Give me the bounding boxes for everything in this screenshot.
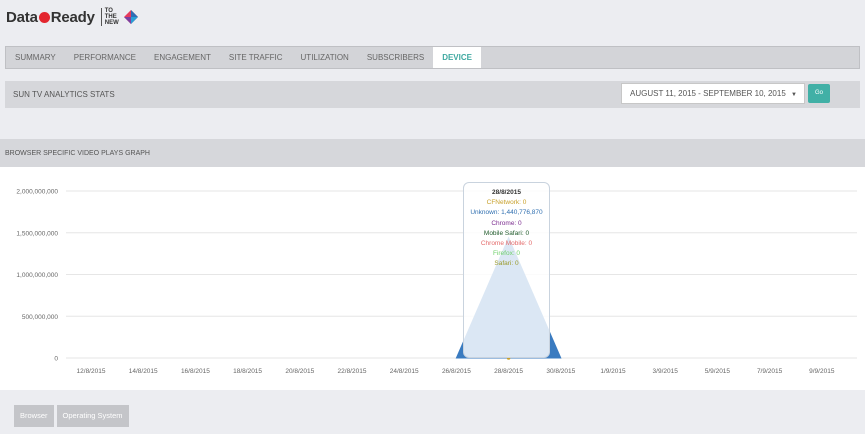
app-header: Data Ready TO THE NEW	[0, 0, 865, 34]
go-button[interactable]: Go	[808, 84, 830, 103]
stats-bar: SUN TV ANALYTICS STATS AUGUST 11, 2015 -…	[5, 81, 860, 108]
tooltip-row: Firefox: 0	[492, 250, 521, 258]
y-tick-label: 500,000,000	[22, 314, 59, 321]
x-tick-label: 5/9/2015	[705, 368, 731, 375]
y-tick-label: 1,000,000,000	[16, 272, 58, 279]
tooltip-row: Mobile Safari: 0	[483, 229, 530, 237]
operating-system-button[interactable]: Operating System	[56, 405, 129, 427]
chart-area: 0 500,000,000 1,000,000,000 1,500,000,000 2,…	[0, 167, 865, 390]
graph-title: BROWSER SPECIFIC VIDEO PLAYS GRAPH	[5, 150, 150, 157]
x-tick-label: 1/9/2015	[600, 368, 626, 375]
stats-title: SUN TV ANALYTICS STATS	[13, 90, 115, 99]
x-tick-label: 22/8/2015	[338, 368, 367, 375]
tab-engagement[interactable]: ENGAGEMENT	[145, 47, 220, 68]
tooltip-row: CFNetwork: 0	[486, 199, 527, 207]
tab-site-traffic[interactable]: SITE TRAFFIC	[220, 47, 292, 68]
caret-down-icon: ▼	[791, 92, 797, 98]
video-plays-chart: 0 500,000,000 1,000,000,000 1,500,000,000 2,…	[16, 189, 857, 375]
tooltip-row: Chrome Mobile: 0	[480, 240, 533, 248]
x-tick-label: 7/9/2015	[757, 368, 783, 375]
x-tick-label: 14/8/2015	[129, 368, 158, 375]
x-tick-label: 3/9/2015	[653, 368, 679, 375]
logo-wordmark: Data Ready	[6, 8, 95, 26]
tab-utilization[interactable]: UTILIZATION	[292, 47, 358, 68]
x-tick-label: 9/9/2015	[809, 368, 835, 375]
tab-subscribers[interactable]: SUBSCRIBERS	[358, 47, 433, 68]
browser-button[interactable]: Browser	[14, 405, 54, 427]
y-tick-label: 0	[54, 356, 58, 363]
x-tick-label: 26/8/2015	[442, 368, 471, 375]
graph-header: BROWSER SPECIFIC VIDEO PLAYS GRAPH	[0, 139, 865, 167]
x-tick-label: 12/8/2015	[77, 368, 106, 375]
x-tick-label: 24/8/2015	[390, 368, 419, 375]
tooltip-date: 28/8/2015	[492, 189, 521, 196]
chart-tooltip: 28/8/2015 CFNetwork: 0 Unknown: 1,440,77…	[463, 182, 550, 358]
tab-summary[interactable]: SUMMARY	[6, 47, 65, 68]
tooltip-row: Chrome: 0	[491, 219, 522, 227]
main-tabs: SUMMARY PERFORMANCE ENGAGEMENT SITE TRAF…	[5, 46, 860, 69]
x-tick-label: 20/8/2015	[285, 368, 314, 375]
tab-device[interactable]: DEVICE	[433, 47, 481, 68]
y-tick-label: 2,000,000,000	[16, 189, 58, 196]
tooltip-row: Unknown: 1,440,776,870	[470, 209, 543, 217]
tab-performance[interactable]: PERFORMANCE	[65, 47, 145, 68]
x-tick-label: 28/8/2015	[494, 368, 523, 375]
x-tick-label: 16/8/2015	[181, 368, 210, 375]
ttn-logo: TO THE NEW	[100, 8, 119, 26]
footer-buttons: Browser Operating System	[14, 405, 129, 427]
tooltip-row: Safari: 0	[494, 260, 519, 268]
gem-logo-icon	[123, 10, 138, 24]
x-tick-label: 18/8/2015	[233, 368, 262, 375]
y-tick-label: 1,500,000,000	[16, 230, 58, 237]
dataready-logo[interactable]: Data Ready TO THE NEW	[6, 8, 139, 26]
date-range-dropdown[interactable]: AUGUST 11, 2015 - SEPTEMBER 10, 2015 ▼	[621, 83, 805, 104]
x-tick-label: 30/8/2015	[546, 368, 575, 375]
date-range-value: AUGUST 11, 2015 - SEPTEMBER 10, 2015	[630, 89, 786, 98]
